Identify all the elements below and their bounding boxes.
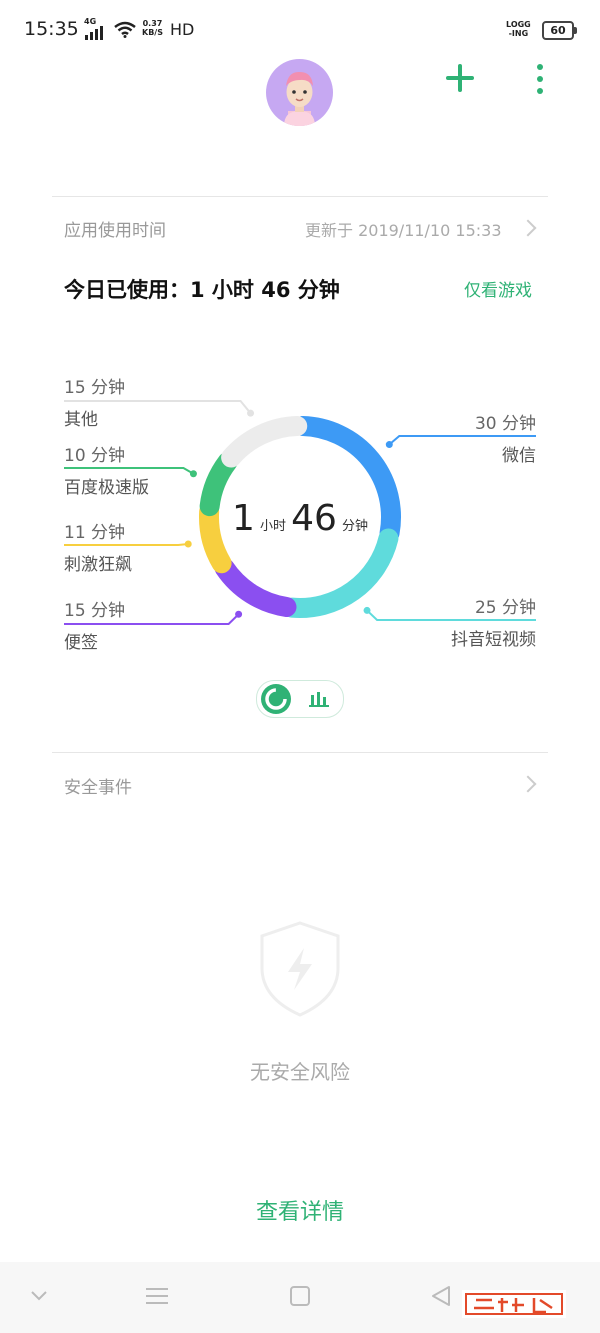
legend-app-name: 其他 xyxy=(64,410,98,430)
total-hours: 1 xyxy=(231,498,255,539)
chevron-right-icon[interactable] xyxy=(519,775,537,793)
legend-duration: 15 分钟 xyxy=(64,601,126,621)
watermark-logo-icon xyxy=(462,1290,566,1318)
hd-indicator: HD xyxy=(170,20,195,39)
today-usage-total: 今日已使用：1 小时 46 分钟 xyxy=(64,278,340,302)
logging-bottom: -ING xyxy=(508,29,529,38)
usage-section-title: 应用使用时间 xyxy=(64,221,166,241)
status-bar: 15:35 4G 0.37 KB/S HD LOGG -ING 60 xyxy=(0,0,600,60)
ring-segment-1 xyxy=(282,528,399,618)
menu-icon[interactable] xyxy=(146,1286,168,1306)
shield-bolt-icon xyxy=(260,921,340,1017)
chevron-right-icon[interactable] xyxy=(519,219,537,237)
speed-unit: KB/S xyxy=(142,28,163,37)
wifi-icon xyxy=(114,21,136,38)
legend-duration: 10 分钟 xyxy=(64,446,126,466)
legend-app-name: 微信 xyxy=(502,446,536,466)
back-triangle-icon[interactable] xyxy=(430,1285,452,1307)
more-options-button[interactable] xyxy=(528,62,552,96)
network-speed: 0.37 KB/S xyxy=(142,19,163,37)
games-only-link[interactable]: 仅看游戏 xyxy=(464,276,532,301)
leader-dot-3 xyxy=(184,540,192,548)
ring-chart-icon[interactable] xyxy=(260,683,292,715)
bar-chart-icon[interactable] xyxy=(309,690,331,708)
more-dot xyxy=(537,76,543,82)
ring-segment-5 xyxy=(221,416,308,468)
total-hours-unit: 小时 xyxy=(259,519,286,534)
ring-segment-2 xyxy=(214,557,297,617)
leader-dot-5 xyxy=(247,409,255,417)
leader-dot-4 xyxy=(189,470,197,478)
avatar-icon xyxy=(284,71,315,126)
more-dot xyxy=(537,88,543,94)
legend-app-name: 刺激狂飙 xyxy=(64,555,132,575)
more-dot xyxy=(537,64,543,70)
battery-indicator: 60 xyxy=(542,21,577,40)
leader-dot-2 xyxy=(235,610,243,618)
leader-line-3 xyxy=(64,543,189,546)
legend-duration: 25 分钟 xyxy=(474,598,536,618)
leader-dot-1 xyxy=(363,606,371,614)
logging-top: LOGG xyxy=(506,20,531,29)
logging-indicator: LOGG -ING xyxy=(506,20,531,38)
leader-dot-0 xyxy=(385,441,393,449)
legend-duration: 30 分钟 xyxy=(474,414,536,434)
total-minutes-unit: 分钟 xyxy=(342,519,369,534)
total-minutes: 46 xyxy=(291,498,337,539)
status-time: 15:35 xyxy=(24,18,79,40)
divider xyxy=(52,196,548,197)
speed-value: 0.37 xyxy=(142,19,163,28)
ring-center-total: 1 小时 46 分钟 xyxy=(200,498,400,539)
divider xyxy=(52,752,548,753)
legend-app-name: 便签 xyxy=(64,633,98,653)
view-details-link[interactable]: 查看详情 xyxy=(0,1194,600,1226)
chevron-down-icon[interactable] xyxy=(30,1289,48,1303)
legend-duration: 11 分钟 xyxy=(64,523,126,543)
signal-icon xyxy=(85,26,103,40)
add-button[interactable] xyxy=(440,58,480,98)
home-square-icon[interactable] xyxy=(289,1285,311,1307)
legend-duration: 15 分钟 xyxy=(64,378,126,398)
chart-view-toggle[interactable] xyxy=(256,680,344,718)
legend-app-name: 百度极速版 xyxy=(64,478,149,498)
avatar[interactable] xyxy=(266,59,333,126)
updated-timestamp[interactable]: 更新于 2019/11/10 15:33 xyxy=(305,217,502,241)
legend-app-name: 抖音短视频 xyxy=(451,630,536,650)
security-status-text: 无安全风险 xyxy=(250,1060,350,1084)
network-type: 4G xyxy=(84,17,97,26)
security-section-title: 安全事件 xyxy=(64,778,132,798)
